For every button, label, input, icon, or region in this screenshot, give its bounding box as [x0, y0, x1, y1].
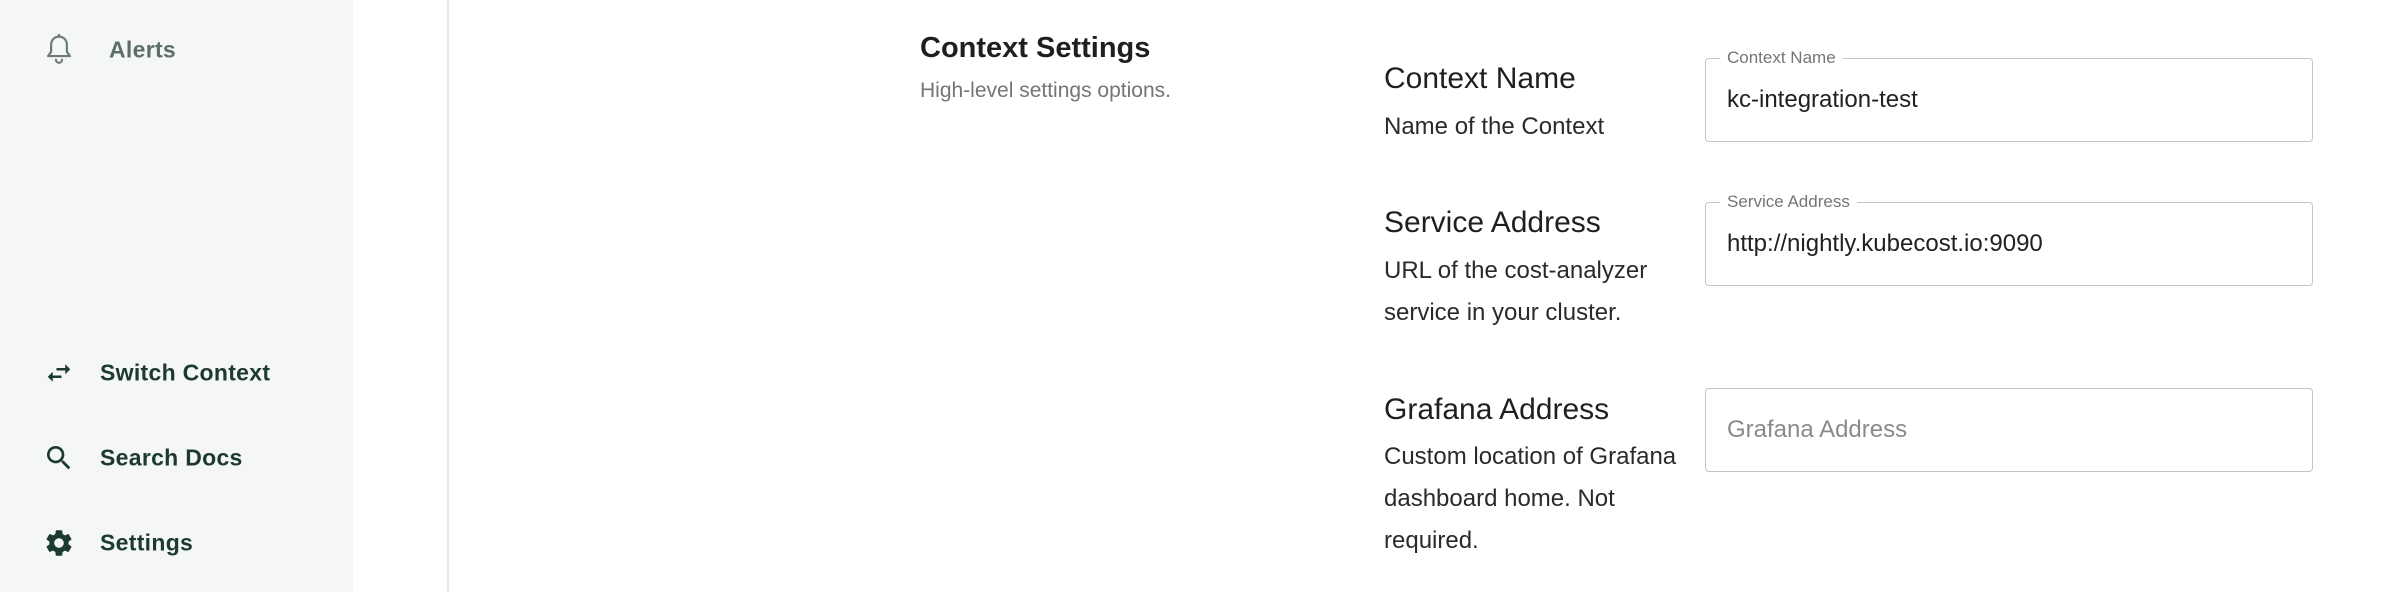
- grafana-address-title: Grafana Address: [1384, 393, 1610, 426]
- context-name-input[interactable]: [1706, 59, 2312, 141]
- swap-arrows-icon: [42, 356, 76, 390]
- grafana-address-description: Custom location of Grafana dashboard hom…: [1384, 443, 1677, 554]
- sidebar-item-search-docs[interactable]: Search Docs: [0, 428, 353, 488]
- context-name-title: Context Name: [1384, 62, 1576, 95]
- panel-divider: [447, 0, 449, 592]
- service-address-description: URL of the cost-analyzer service in your…: [1384, 257, 1648, 326]
- service-address-title: Service Address: [1384, 206, 1601, 239]
- section-title: Context Settings: [920, 32, 1151, 64]
- sidebar-item-label: Switch Context: [100, 359, 271, 386]
- sidebar-item-label: Search Docs: [100, 444, 243, 471]
- gear-icon: [42, 526, 76, 560]
- grafana-address-input[interactable]: [1706, 389, 2312, 471]
- sidebar-item-settings[interactable]: Settings: [0, 513, 353, 573]
- service-address-input[interactable]: [1706, 203, 2312, 285]
- sidebar-item-switch-context[interactable]: Switch Context: [0, 343, 353, 403]
- bell-icon: [42, 33, 76, 67]
- sidebar-item-label: Alerts: [109, 36, 176, 63]
- grafana-address-field[interactable]: [1705, 388, 2313, 472]
- app-window: Alerts Switch Context Search Docs Settin…: [0, 0, 2394, 592]
- context-name-field[interactable]: Context Name: [1705, 48, 2313, 142]
- sidebar-item-label: Settings: [100, 529, 194, 556]
- search-icon: [42, 441, 76, 475]
- sidebar: Alerts Switch Context Search Docs Settin…: [0, 0, 353, 592]
- service-address-field[interactable]: Service Address: [1705, 192, 2313, 286]
- section-subtitle: High-level settings options.: [920, 79, 1171, 102]
- context-name-description: Name of the Context: [1384, 113, 1605, 140]
- sidebar-item-alerts[interactable]: Alerts: [0, 20, 353, 80]
